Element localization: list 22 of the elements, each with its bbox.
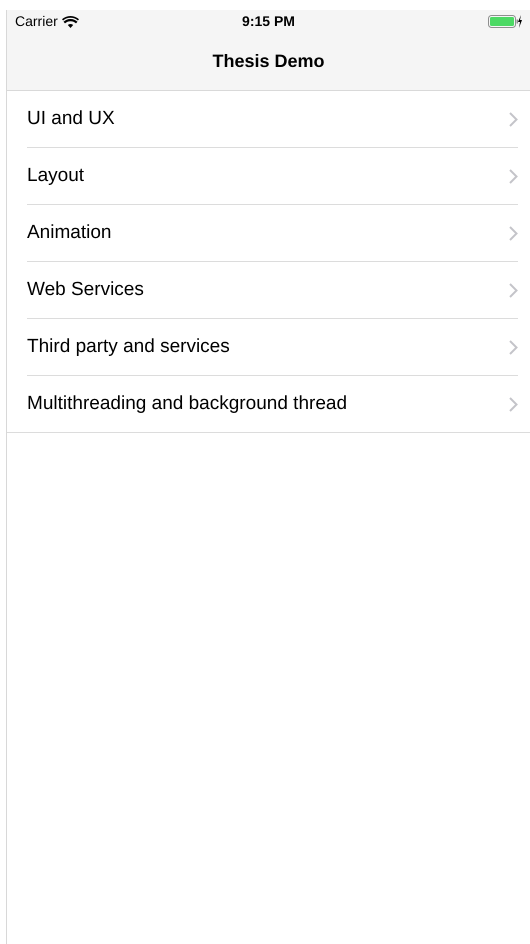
row-label: Animation [27,220,112,245]
list-row[interactable]: Third party and services [7,319,530,376]
chevron-right-icon [509,340,518,354]
row-label: Third party and services [27,334,231,359]
row-label: Web Services [27,278,145,302]
carrier-label: Carrier [15,12,58,31]
battery-charging-icon [488,15,522,28]
list-row[interactable]: UI and UX [7,91,530,148]
row-label: Multithreading and background thread [27,392,348,416]
list-row[interactable]: Animation [7,205,530,262]
chevron-right-icon [509,282,518,298]
list-row[interactable]: Web Services [7,262,530,319]
chevron-right-icon [509,396,518,412]
chevron-right-icon [509,226,518,240]
chevron-right-icon [509,112,518,126]
list-row[interactable]: Layout [7,148,530,205]
navigation-title: Thesis Demo [212,50,325,73]
chevron-right-icon [509,168,518,184]
wifi-icon [62,16,79,28]
row-label: UI and UX [27,106,116,131]
clock-time: 9:15 PM [242,12,295,31]
row-label: Layout [27,164,86,188]
